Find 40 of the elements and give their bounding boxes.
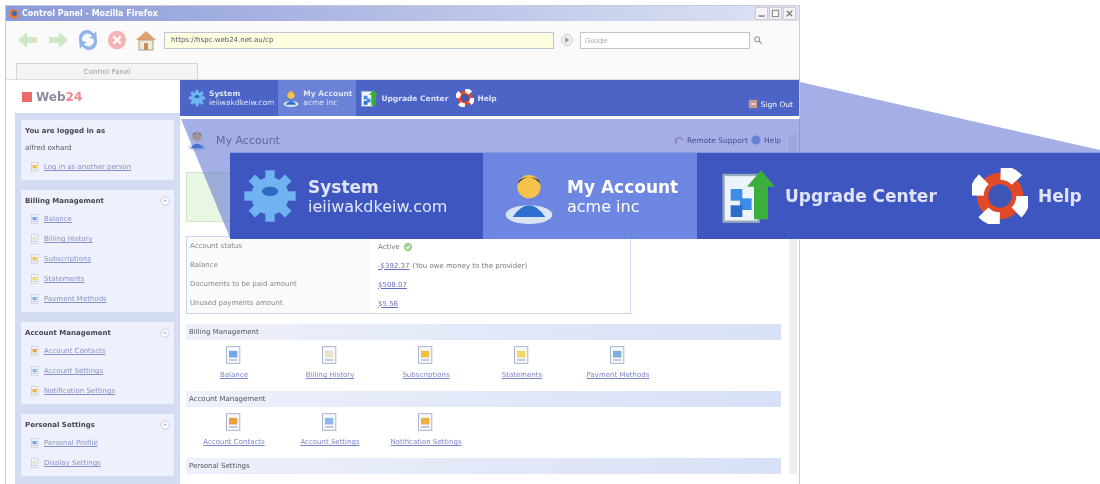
logo-icon (20, 91, 34, 102)
nav-tab[interactable]: Upgrade Center (697, 153, 960, 239)
help-icon (750, 135, 761, 145)
search-icon (753, 35, 763, 45)
nav-tab[interactable]: System ieiiwakdkeiw.com (230, 153, 483, 239)
collapse-icon[interactable] (160, 420, 170, 430)
page-icon (30, 346, 40, 356)
page-icon (30, 438, 40, 448)
cubes-arrow-icon (360, 89, 379, 107)
page-icon (30, 254, 40, 264)
page-title: My Account (216, 133, 280, 147)
sign-out-icon (747, 99, 758, 109)
page-icon (30, 386, 40, 396)
lifebuoy-icon (972, 168, 1028, 224)
gear-icon (242, 168, 298, 224)
reload-icon[interactable] (76, 28, 100, 52)
gear-icon (188, 89, 206, 107)
close-icon[interactable] (783, 7, 796, 20)
person-icon (186, 129, 208, 151)
nav-tab[interactable]: Help (960, 153, 1100, 239)
page-icon (30, 162, 40, 172)
person-icon (282, 89, 301, 107)
page-icon (30, 214, 40, 224)
home-icon[interactable] (134, 28, 158, 52)
page-icon (30, 294, 40, 304)
stop-icon[interactable] (106, 29, 128, 51)
go-icon[interactable] (560, 33, 574, 47)
minimize-icon[interactable] (755, 7, 768, 20)
check-icon (402, 241, 413, 252)
page-icon (30, 234, 40, 244)
window-title: Control Panel - Mozilla Firefox (22, 9, 158, 18)
lifebuoy-icon (456, 89, 475, 107)
page-icon (30, 274, 40, 284)
page-icon (30, 458, 40, 468)
nav-tab[interactable]: My Account acme inc (483, 153, 697, 239)
collapse-icon[interactable] (160, 196, 170, 206)
logo-text: Web24 (36, 89, 83, 104)
page-icon (30, 366, 40, 376)
maximize-icon[interactable] (769, 7, 782, 20)
collapse-icon[interactable] (160, 328, 170, 338)
